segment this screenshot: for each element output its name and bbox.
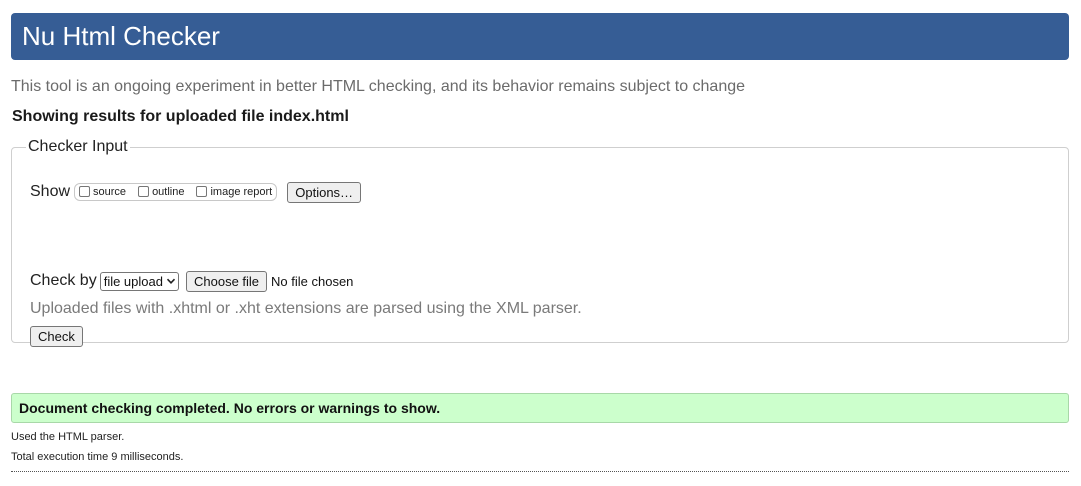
execution-time: Total execution time 9 milliseconds. bbox=[11, 451, 184, 463]
image-report-checkbox[interactable] bbox=[196, 185, 208, 197]
chevron-down-icon bbox=[166, 278, 176, 284]
check-by-row: Check by file upload Choose file No file… bbox=[30, 270, 353, 292]
file-status: No file chosen bbox=[271, 273, 354, 289]
check-row: Check bbox=[30, 326, 83, 347]
dotted-divider bbox=[11, 471, 1069, 472]
checker-input-fieldset: Checker Input Show source outline image … bbox=[11, 138, 1069, 347]
show-outline-option[interactable]: outline bbox=[138, 185, 185, 198]
check-by-select[interactable]: file upload bbox=[99, 271, 179, 291]
results-heading: Showing results for uploaded file index.… bbox=[12, 108, 349, 125]
show-source-option[interactable]: source bbox=[79, 185, 127, 198]
source-checkbox-label: source bbox=[93, 186, 127, 198]
show-label: Show bbox=[30, 183, 71, 200]
show-row: Show source outline image report Options… bbox=[30, 180, 362, 204]
page-header: Nu Html Checker bbox=[11, 13, 1069, 60]
show-options-group: source outline image report bbox=[74, 183, 278, 201]
checker-input-legend: Checker Input bbox=[28, 138, 128, 155]
nu-html-checker-page: Nu Html Checker This tool is an ongoing … bbox=[0, 0, 1081, 486]
page-title: Nu Html Checker bbox=[22, 21, 220, 51]
source-checkbox[interactable] bbox=[79, 185, 91, 197]
check-button[interactable]: Check bbox=[30, 326, 83, 347]
check-by-label: Check by bbox=[30, 272, 97, 289]
outline-checkbox-label: outline bbox=[152, 186, 185, 198]
xml-parser-note: Uploaded files with .xhtml or .xht exten… bbox=[30, 300, 582, 317]
show-image-report-option[interactable]: image report bbox=[196, 185, 273, 198]
intro-subtitle: This tool is an ongoing experiment in be… bbox=[11, 78, 746, 95]
check-by-selected-value: file upload bbox=[103, 273, 163, 289]
options-button[interactable]: Options… bbox=[287, 181, 362, 203]
choose-file-button[interactable]: Choose file bbox=[185, 270, 268, 292]
success-message: Document checking completed. No errors o… bbox=[11, 393, 1069, 423]
parser-used-note: Used the HTML parser. bbox=[11, 431, 125, 443]
image-report-checkbox-label: image report bbox=[210, 186, 273, 198]
outline-checkbox[interactable] bbox=[138, 185, 150, 197]
